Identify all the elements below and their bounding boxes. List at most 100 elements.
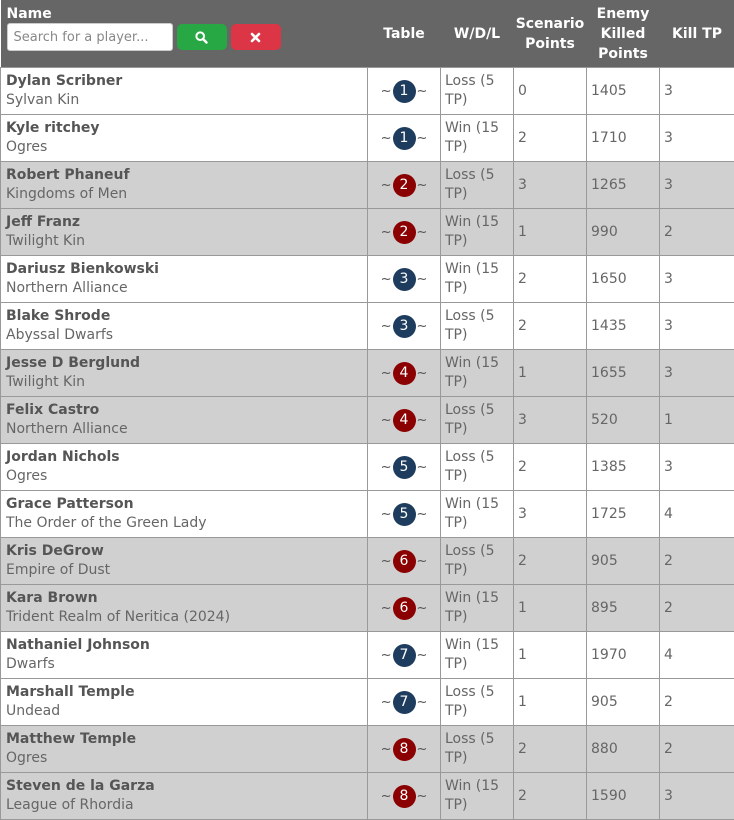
table-number-badge: 6: [393, 597, 416, 620]
table-badge-wrap: ~8~: [381, 738, 428, 761]
kill-tp-cell: 3: [660, 444, 734, 491]
player-name: Blake Shrode: [6, 307, 363, 326]
result-cell: Win (15 TP): [441, 773, 514, 820]
table-cell: ~1~: [368, 115, 441, 162]
player-faction: Kingdoms of Men: [6, 185, 363, 204]
scenario-points-cell: 1: [514, 585, 587, 632]
table-cell: ~3~: [368, 256, 441, 303]
enemy-killed-points-cell: 905: [587, 538, 660, 585]
player-faction: Twilight Kin: [6, 232, 363, 251]
player-cell: Marshall TempleUndead: [1, 679, 368, 726]
table-row: Blake ShrodeAbyssal Dwarfs~3~Loss (5 TP)…: [1, 303, 734, 350]
player-faction: Trident Realm of Neritica (2024): [6, 608, 363, 627]
enemy-killed-points-cell: 1650: [587, 256, 660, 303]
player-cell: Jeff FranzTwilight Kin: [1, 209, 368, 256]
player-cell: Kyle ritcheyOgres: [1, 115, 368, 162]
table-cell: ~7~: [368, 679, 441, 726]
kill-tp-cell: 2: [660, 679, 734, 726]
table-row: Dylan ScribnerSylvan Kin~1~Loss (5 TP)01…: [1, 68, 734, 115]
table-cell: ~4~: [368, 350, 441, 397]
table-badge-wrap: ~1~: [381, 127, 428, 150]
table-number-badge: 3: [393, 315, 416, 338]
player-name: Dylan Scribner: [6, 72, 363, 91]
player-faction: Ogres: [6, 749, 363, 768]
player-name: Nathaniel Johnson: [6, 636, 363, 655]
table-row: Felix CastroNorthern Alliance~4~Loss (5 …: [1, 397, 734, 444]
table-badge-wrap: ~7~: [381, 691, 428, 714]
result-cell: Win (15 TP): [441, 632, 514, 679]
table-cell: ~7~: [368, 632, 441, 679]
search-button[interactable]: [177, 24, 227, 50]
search-bar: [7, 23, 368, 51]
result-cell: Loss (5 TP): [441, 162, 514, 209]
result-cell: Win (15 TP): [441, 209, 514, 256]
table-cell: ~6~: [368, 538, 441, 585]
kill-tp-cell: 3: [660, 773, 734, 820]
player-name: Felix Castro: [6, 401, 363, 420]
enemy-killed-points-cell: 1265: [587, 162, 660, 209]
player-cell: Kris DeGrowEmpire of Dust: [1, 538, 368, 585]
kill-tp-cell: 3: [660, 256, 734, 303]
scenario-points-cell: 3: [514, 397, 587, 444]
table-number-badge: 4: [393, 362, 416, 385]
table-number-badge: 5: [393, 503, 416, 526]
player-name: Jesse D Berglund: [6, 354, 363, 373]
table-number-badge: 2: [393, 221, 416, 244]
result-cell: Loss (5 TP): [441, 538, 514, 585]
table-row: Nathaniel JohnsonDwarfs~7~Win (15 TP)119…: [1, 632, 734, 679]
player-faction: Dwarfs: [6, 655, 363, 674]
scenario-points-cell: 0: [514, 68, 587, 115]
player-name: Jeff Franz: [6, 213, 363, 232]
table-badge-wrap: ~7~: [381, 644, 428, 667]
player-faction: Ogres: [6, 467, 363, 486]
table-cell: ~5~: [368, 491, 441, 538]
table-number-badge: 7: [393, 691, 416, 714]
kill-tp-cell: 3: [660, 162, 734, 209]
table-cell: ~2~: [368, 209, 441, 256]
enemy-killed-points-cell: 895: [587, 585, 660, 632]
player-cell: Dariusz BienkowskiNorthern Alliance: [1, 256, 368, 303]
table-cell: ~8~: [368, 773, 441, 820]
kill-tp-cell: 3: [660, 350, 734, 397]
table-badge-wrap: ~3~: [381, 315, 428, 338]
scenario-points-cell: 3: [514, 162, 587, 209]
table-header: Table: [368, 0, 441, 68]
table-number-badge: 2: [393, 174, 416, 197]
table-cell: ~4~: [368, 397, 441, 444]
table-number-badge: 8: [393, 785, 416, 808]
player-name: Marshall Temple: [6, 683, 363, 702]
result-cell: Loss (5 TP): [441, 68, 514, 115]
table-cell: ~8~: [368, 726, 441, 773]
scenario-points-cell: 3: [514, 491, 587, 538]
player-faction: Northern Alliance: [6, 279, 363, 298]
result-cell: Win (15 TP): [441, 585, 514, 632]
search-input[interactable]: [7, 23, 173, 51]
scenario-points-cell: 2: [514, 303, 587, 350]
kill-tp-cell: 3: [660, 115, 734, 162]
name-header: Name: [1, 0, 368, 68]
scenario-points-cell: 2: [514, 115, 587, 162]
kill-tp-cell: 3: [660, 303, 734, 350]
player-name: Kyle ritchey: [6, 119, 363, 138]
player-name: Kris DeGrow: [6, 542, 363, 561]
player-cell: Kara BrownTrident Realm of Neritica (202…: [1, 585, 368, 632]
scenario-points-cell: 2: [514, 538, 587, 585]
player-name: Grace Patterson: [6, 495, 363, 514]
scenario-points-cell: 2: [514, 256, 587, 303]
kill-tp-cell: 3: [660, 68, 734, 115]
enemy-killed-points-cell: 1590: [587, 773, 660, 820]
player-name: Dariusz Bienkowski: [6, 260, 363, 279]
kill-tp-cell: 2: [660, 538, 734, 585]
table-badge-wrap: ~4~: [381, 362, 428, 385]
player-faction: Empire of Dust: [6, 561, 363, 580]
table-badge-wrap: ~5~: [381, 503, 428, 526]
table-badge-wrap: ~5~: [381, 456, 428, 479]
player-faction: Abyssal Dwarfs: [6, 326, 363, 345]
enemy-killed-points-cell: 1385: [587, 444, 660, 491]
kill-tp-cell: 2: [660, 726, 734, 773]
enemy-killed-points-cell: 1405: [587, 68, 660, 115]
table-row: Robert PhaneufKingdoms of Men~2~Loss (5 …: [1, 162, 734, 209]
player-faction: The Order of the Green Lady: [6, 514, 363, 533]
player-cell: Jesse D BerglundTwilight Kin: [1, 350, 368, 397]
clear-button[interactable]: [231, 24, 281, 50]
